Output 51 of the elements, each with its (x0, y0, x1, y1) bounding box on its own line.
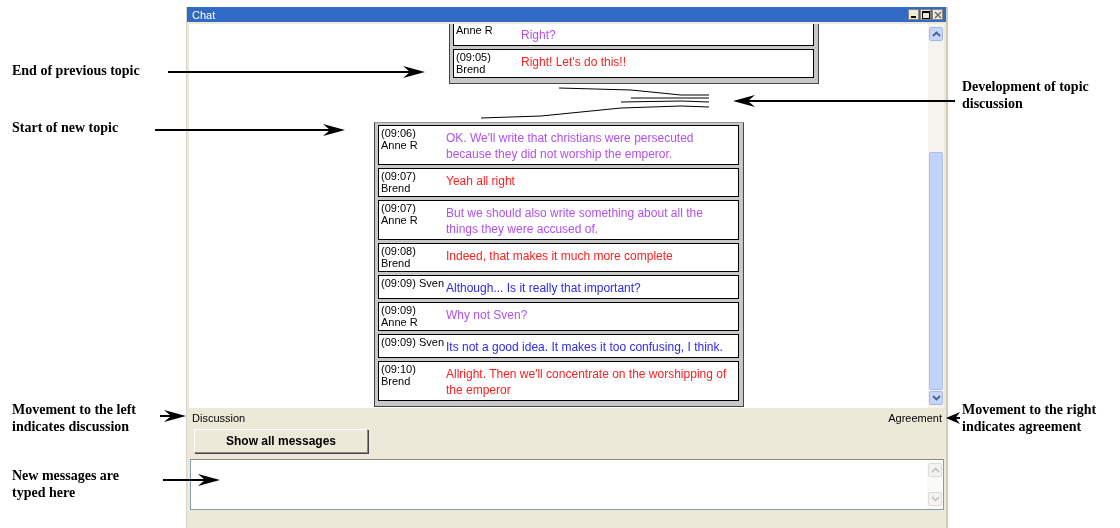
message-author: Brend (381, 257, 411, 269)
message-author: Anne R (381, 316, 418, 328)
chevron-up-icon[interactable] (931, 31, 941, 37)
message-text: Indeed, that makes it much more complete (446, 248, 673, 264)
message-author: Anne R (381, 214, 418, 226)
message-author: Brend (381, 375, 411, 387)
message-author: Anne R (456, 24, 493, 36)
message-author: Brend (381, 182, 411, 194)
message-author: Sven (418, 277, 444, 289)
annotation-text: Movement to the left indicates discussion (12, 401, 136, 435)
message-time: (09:06) (381, 127, 416, 139)
arrow (160, 409, 186, 423)
scrollbar[interactable] (928, 24, 944, 408)
message-text: Allright. Then we'll concentrate on the worshipping of the emperor (446, 366, 728, 398)
message-time: (09:09) (381, 277, 416, 289)
message-time: (09:07) (381, 202, 416, 214)
annotation-text: Development of topic discussion (962, 78, 1089, 112)
message-time: (09:05) (456, 51, 491, 63)
message-author: Anne R (381, 139, 418, 151)
arrow (946, 411, 960, 425)
arrow (163, 473, 220, 487)
message-author: Brend (456, 63, 486, 75)
message-time: (09:09) (381, 336, 416, 348)
scroll-down-button[interactable] (929, 391, 943, 405)
annotation-text: End of previous topic (12, 62, 140, 79)
message-text: Its not a good idea. It makes it too confusing, I think. (446, 339, 723, 355)
show-all-button[interactable]: Show all messages (194, 429, 368, 453)
message-text: But we should also write something about all the things they were accused of. (446, 205, 704, 237)
message-text: Right? (521, 27, 556, 43)
message-text: OK. We'll write that christians were persecuted because they did not worship the emperor. (446, 130, 695, 162)
close-button[interactable] (932, 9, 943, 20)
scale-label: Discussion (192, 412, 246, 424)
annotation-text: New messages are typed here (12, 467, 120, 501)
scale-label: Agreement (888, 412, 942, 424)
chevron-down-icon[interactable] (931, 395, 941, 401)
minimize-button[interactable] (908, 9, 919, 20)
scroll-thumb[interactable] (929, 152, 943, 390)
message-text: Why not Sven? (446, 307, 528, 323)
annotation-text: Start of new topic (12, 119, 119, 136)
message-text: Although... Is it really that important? (446, 280, 641, 296)
message-time: (09:10) (381, 363, 416, 375)
window-title: Chat (192, 8, 216, 21)
scroll-up-button[interactable] (929, 27, 943, 41)
message-text: Right! Let's do this!! (521, 54, 626, 70)
message-time: (09:09) (381, 304, 416, 316)
message-time: (09:07) (381, 170, 416, 182)
message-author: Sven (418, 336, 444, 348)
message-time: (09:08) (381, 245, 416, 257)
annotation-text: Movement to the right indicates agreement (962, 401, 1097, 435)
message-text: Yeah all right (446, 173, 515, 189)
maximize-button[interactable] (920, 9, 931, 20)
